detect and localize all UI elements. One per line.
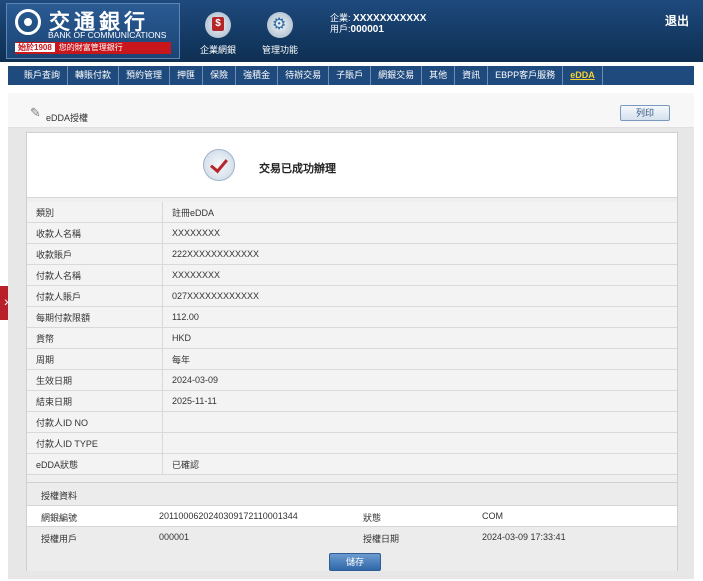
top-banner: 交通銀行 BANK OF COMMUNICATIONS 始於1908 您的財富管理… bbox=[0, 0, 703, 62]
table-row: eDDA狀態 已確認 bbox=[27, 453, 677, 475]
content-panel: ✎ eDDA授權 列印 交易已成功辦理 類別 註冊eDDA 收款人名稱 XXXXXX… bbox=[8, 93, 694, 579]
auth-date-label: 授權日期 bbox=[363, 534, 400, 544]
detail-value: 222XXXXXXXXXXXX bbox=[162, 243, 677, 265]
table-row: 生效日期 2024-03-09 bbox=[27, 369, 677, 391]
result-card: 交易已成功辦理 類別 註冊eDDA 收款人名稱 XXXXXXXX 收款賬戶 222XX… bbox=[26, 132, 678, 571]
detail-value: 2024-03-09 bbox=[162, 369, 677, 391]
detail-value: 2025-11-11 bbox=[162, 390, 677, 412]
table-row: 收款賬戶 222XXXXXXXXXXXX bbox=[27, 243, 677, 265]
company-label: 企業: bbox=[330, 13, 351, 23]
detail-label: 付款人ID NO bbox=[27, 411, 163, 433]
detail-label: 收款人名稱 bbox=[27, 222, 163, 244]
authorization-row: 授權用戶 000001 授權日期 2024-03-09 17:33:41 bbox=[27, 527, 677, 547]
status-value: COM bbox=[482, 511, 503, 521]
main-nav: 賬戶查詢 轉賬付款 預約管理 押匯 保險 強積金 待辦交易 子賬戶 網銀交易 其… bbox=[8, 66, 694, 85]
detail-value: HKD bbox=[162, 327, 677, 349]
detail-label: 每期付款限額 bbox=[27, 306, 163, 328]
bank-logo-icon bbox=[15, 9, 41, 35]
nav-item-ebpp[interactable]: EBPP客戶服務 bbox=[488, 66, 564, 85]
authorization-row: 網銀編號 2011000620240309172110001344 狀態 COM bbox=[27, 505, 677, 527]
table-row: 周期 每年 bbox=[27, 348, 677, 370]
logout-button[interactable]: 退出 bbox=[665, 12, 689, 29]
table-row: 付款人名稱 XXXXXXXX bbox=[27, 264, 677, 286]
bank-slogan: 始於1908 您的財富管理銀行 bbox=[15, 42, 171, 54]
save-button[interactable]: 儲存 bbox=[329, 553, 381, 571]
detail-value: 註冊eDDA bbox=[162, 202, 677, 223]
nav-item-bills[interactable]: 押匯 bbox=[170, 66, 204, 85]
detail-label: 貨幣 bbox=[27, 327, 163, 349]
pencil-icon: ✎ bbox=[30, 105, 41, 120]
detail-value: 112.00 bbox=[162, 306, 677, 328]
user-label: 用戶: bbox=[330, 24, 351, 34]
nav-item-sub-account[interactable]: 子賬戶 bbox=[329, 66, 372, 85]
checkmark-icon bbox=[203, 149, 235, 181]
status-label: 狀態 bbox=[363, 513, 382, 523]
user-value: 000001 bbox=[350, 24, 384, 35]
nav-item-mpf[interactable]: 強積金 bbox=[236, 66, 279, 85]
detail-label: 付款人賬戶 bbox=[27, 285, 163, 307]
nav-item-transfer-payment[interactable]: 轉賬付款 bbox=[68, 66, 120, 85]
table-row: 收款人名稱 XXXXXXXX bbox=[27, 222, 677, 244]
detail-label: 收款賬戶 bbox=[27, 243, 163, 265]
management-label: 管理功能 bbox=[261, 45, 298, 55]
auth-user-label: 授權用戶 bbox=[41, 534, 78, 544]
detail-value: XXXXXXXX bbox=[162, 222, 677, 244]
enterprise-info: 企業: XXXXXXXXXXX 用戶:000001 bbox=[330, 13, 426, 35]
reference-label: 網銀編號 bbox=[41, 513, 78, 523]
corporate-banking-icon bbox=[205, 12, 231, 38]
detail-label: 周期 bbox=[27, 348, 163, 370]
authorization-title: 授權資料 bbox=[41, 491, 78, 501]
nav-item-others[interactable]: 其他 bbox=[422, 66, 456, 85]
detail-value bbox=[162, 432, 677, 454]
table-row: 貨幣 HKD bbox=[27, 327, 677, 349]
detail-label: 付款人名稱 bbox=[27, 264, 163, 286]
table-row: 付款人ID NO bbox=[27, 411, 677, 433]
page-header: ✎ eDDA授權 列印 bbox=[8, 93, 694, 128]
corporate-banking-button[interactable]: 企業網銀 bbox=[183, 12, 253, 56]
detail-value: XXXXXXXX bbox=[162, 264, 677, 286]
page-title: eDDA授權 bbox=[46, 113, 89, 123]
print-button[interactable]: 列印 bbox=[620, 105, 670, 121]
corporate-banking-label: 企業網銀 bbox=[199, 45, 236, 55]
nav-item-pending[interactable]: 待辦交易 bbox=[278, 66, 330, 85]
auth-user-value: 000001 bbox=[159, 532, 190, 542]
bank-logo[interactable]: 交通銀行 BANK OF COMMUNICATIONS 始於1908 您的財富管理… bbox=[6, 3, 180, 59]
slogan-text: 您的財富管理銀行 bbox=[58, 43, 123, 52]
nav-item-edda[interactable]: eDDA bbox=[563, 66, 603, 85]
detail-value bbox=[162, 411, 677, 433]
success-message: 交易已成功辦理 bbox=[259, 163, 336, 175]
detail-label: 付款人ID TYPE bbox=[27, 432, 163, 454]
reference-value: 2011000620240309172110001344 bbox=[159, 511, 298, 521]
detail-label: 結束日期 bbox=[27, 390, 163, 412]
table-row: 付款人ID TYPE bbox=[27, 432, 677, 454]
detail-value: 027XXXXXXXXXXXX bbox=[162, 285, 677, 307]
auth-date-value: 2024-03-09 17:33:41 bbox=[482, 532, 566, 542]
table-row: 付款人賬戶 027XXXXXXXXXXXX bbox=[27, 285, 677, 307]
authorization-section: 授權資料 網銀編號 2011000620240309172110001344 狀… bbox=[27, 482, 677, 571]
nav-item-info[interactable]: 資訊 bbox=[455, 66, 489, 85]
details-table: 類別 註冊eDDA 收款人名稱 XXXXXXXX 收款賬戶 222XXXXXXXXXX… bbox=[27, 202, 677, 475]
management-button[interactable]: 管理功能 bbox=[245, 12, 315, 56]
nav-item-online-transactions[interactable]: 網銀交易 bbox=[371, 66, 423, 85]
gear-icon bbox=[267, 12, 293, 38]
detail-label: 生效日期 bbox=[27, 369, 163, 391]
nav-item-scheduled[interactable]: 預約管理 bbox=[119, 66, 171, 85]
nav-item-insurance[interactable]: 保險 bbox=[203, 66, 237, 85]
detail-label: eDDA狀態 bbox=[27, 453, 163, 475]
success-banner: 交易已成功辦理 bbox=[27, 133, 677, 198]
detail-label: 類別 bbox=[27, 202, 163, 223]
bank-name-en: BANK OF COMMUNICATIONS bbox=[48, 30, 167, 40]
slogan-year: 始於1908 bbox=[15, 43, 55, 52]
table-row: 每期付款限額 112.00 bbox=[27, 306, 677, 328]
company-value: XXXXXXXXXXX bbox=[353, 13, 427, 24]
table-row: 類別 註冊eDDA bbox=[27, 202, 677, 223]
detail-value: 每年 bbox=[162, 348, 677, 370]
nav-item-account-inquiry[interactable]: 賬戶查詢 bbox=[8, 66, 69, 85]
detail-value: 已確認 bbox=[162, 453, 677, 475]
table-row: 結束日期 2025-11-11 bbox=[27, 390, 677, 412]
